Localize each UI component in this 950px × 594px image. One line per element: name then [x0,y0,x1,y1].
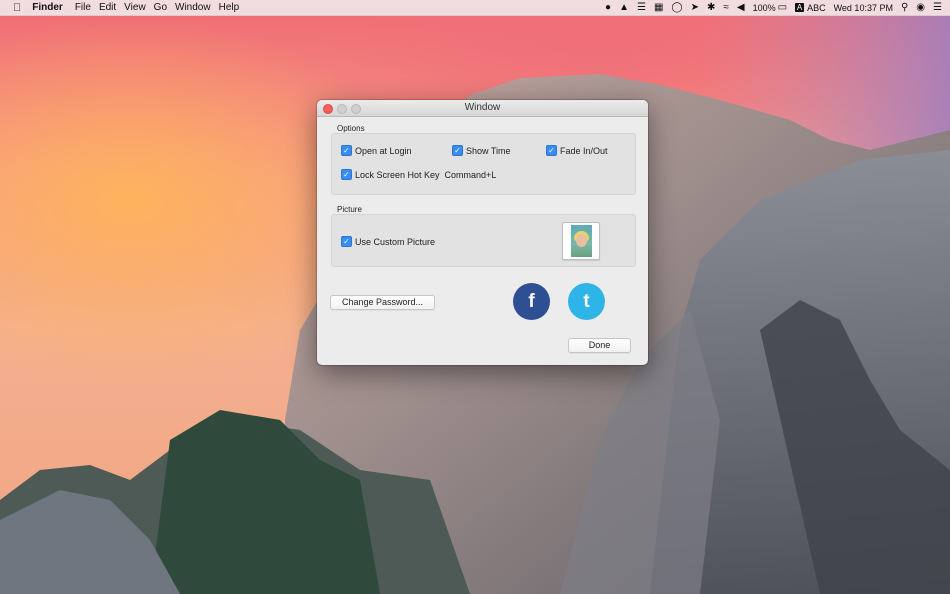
options-section-label: Options [337,124,365,133]
wifi-icon[interactable]: ≈ [723,2,729,13]
send-icon[interactable]: ➤ [691,2,699,13]
fade-in-out-label: Fade In/Out [560,145,608,156]
open-at-login-checkbox[interactable]: ✓ Open at Login [341,145,412,156]
menu-window[interactable]: Window [175,2,211,13]
picture-section-label: Picture [337,205,362,214]
spotlight-search-icon[interactable]: ⚲ [901,2,908,13]
app-menu-finder[interactable]: Finder [32,2,63,13]
preferences-window: Window Options ✓ Open at Login ✓ Show Ti… [317,100,648,365]
status-tray: ● ▲ ☰ ▦ ◯ ➤ ✱ ≈ ◀ 100% ▭ A ABC Wed 10:37 P… [597,0,942,15]
checkmark-icon: ✓ [341,169,352,180]
lock-screen-hotkey-checkbox[interactable]: ✓ Lock Screen Hot Key Command+L [341,169,496,180]
options-group: ✓ Open at Login ✓ Show Time ✓ Fade In/Ou… [331,133,636,195]
menu-edit[interactable]: Edit [99,2,116,13]
use-custom-picture-label: Use Custom Picture [355,236,436,247]
checkmark-icon: ✓ [452,145,463,156]
checkmark-icon: ✓ [341,145,352,156]
close-button[interactable] [323,104,333,114]
zoom-button[interactable] [351,104,361,114]
show-time-checkbox[interactable]: ✓ Show Time [452,145,511,156]
fade-in-out-checkbox[interactable]: ✓ Fade In/Out [546,145,608,156]
portrait-image [571,225,592,257]
menu-help[interactable]: Help [219,2,240,13]
minimize-button[interactable] [337,104,347,114]
portrait-face [576,234,587,247]
menu-view[interactable]: View [124,2,146,13]
done-button[interactable]: Done [568,338,631,353]
drop-icon[interactable]: ◯ [671,2,682,13]
lock-screen-hotkey-label: Lock Screen Hot Key [355,169,440,180]
input-source-icon: A [795,3,805,12]
battery-icon: ▭ [777,2,788,13]
menu-file[interactable]: File [75,2,91,13]
menu-go[interactable]: Go [154,2,167,13]
menubar-clock[interactable]: Wed 10:37 PM [834,3,893,13]
custom-picture-thumbnail[interactable] [562,222,600,260]
input-source-label: ABC [807,2,826,13]
drive-icon[interactable]: ▦ [654,2,663,13]
checkmark-icon: ✓ [546,145,557,156]
checkmark-icon: ✓ [341,236,352,247]
picture-group: ✓ Use Custom Picture [331,214,636,267]
menu-bar:  Finder File Edit View Go Window Help ●… [0,0,950,16]
bluetooth-icon[interactable]: ✱ [707,2,715,13]
facebook-icon: f [528,290,535,312]
cone-icon[interactable]: ▲ [619,2,629,13]
battery-percent: 100% [752,2,776,13]
ghost-icon[interactable]: ● [605,2,611,13]
twitter-icon: t [583,290,590,312]
window-titlebar[interactable]: Window [317,100,648,117]
change-password-button[interactable]: Change Password... [330,295,435,310]
window-title: Window [464,102,501,113]
show-time-label: Show Time [466,145,511,156]
notification-center-icon[interactable]: ☰ [933,2,942,13]
input-source[interactable]: A ABC [795,3,826,13]
twitter-share-button[interactable]: t [568,283,605,320]
use-custom-picture-checkbox[interactable]: ✓ Use Custom Picture [341,236,435,247]
battery-status[interactable]: 100% ▭ [753,2,787,13]
hotkey-shortcut[interactable]: Command+L [445,170,497,180]
siri-icon[interactable]: ◉ [916,2,925,13]
apple-icon[interactable]:  [13,2,21,14]
open-at-login-label: Open at Login [355,145,412,156]
facebook-share-button[interactable]: f [513,283,550,320]
volume-icon[interactable]: ◀ [737,2,745,13]
stack-icon[interactable]: ☰ [637,2,646,13]
